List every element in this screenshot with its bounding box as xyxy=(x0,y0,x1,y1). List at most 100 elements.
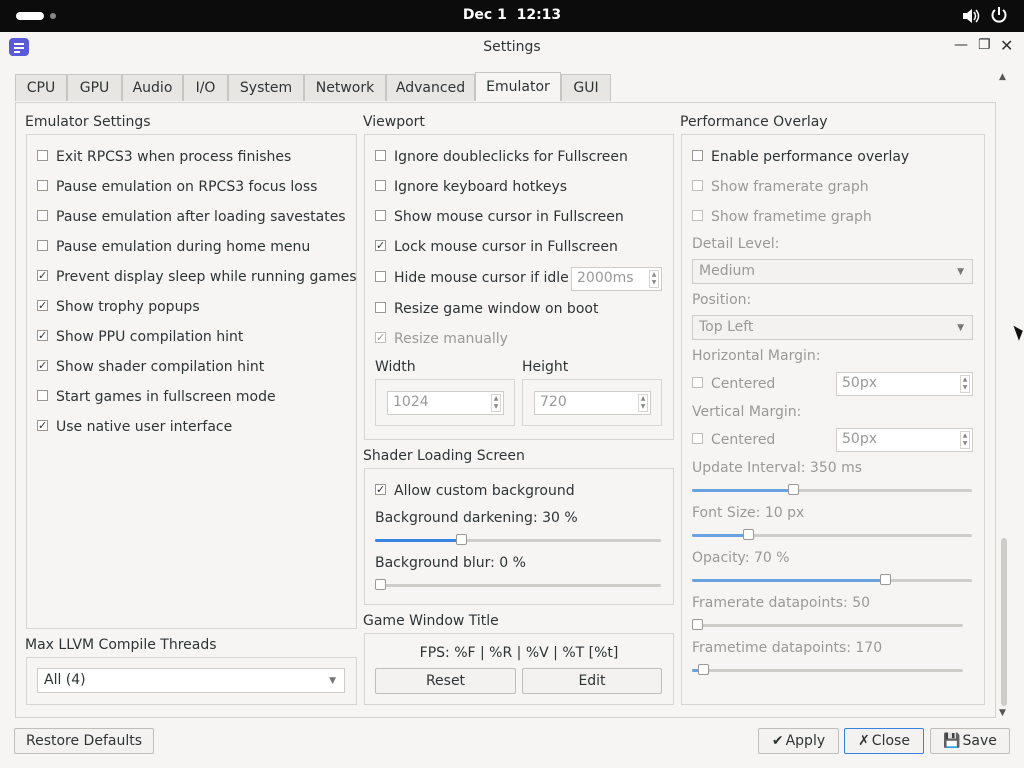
idle-timeout-value: 2000ms xyxy=(577,270,634,286)
minimize-icon[interactable]: — xyxy=(954,37,968,53)
scroll-thumb[interactable] xyxy=(1001,538,1007,706)
checkbox-box[interactable]: ✓ xyxy=(37,360,48,371)
checkbox-box[interactable] xyxy=(692,210,703,221)
tab-io[interactable]: I/O xyxy=(183,74,228,101)
detail-level-select[interactable]: Medium ▼ xyxy=(692,259,973,284)
checkbox-label: Hide mouse cursor if idle xyxy=(394,270,569,286)
clock[interactable]: Dec 1 12:13 xyxy=(0,7,1024,23)
llvm-threads-select[interactable]: All (4) ▼ xyxy=(37,668,345,693)
checkbox-box[interactable]: ✓ xyxy=(375,484,386,495)
vertical-margin-value: 50px xyxy=(842,431,877,447)
power-icon[interactable] xyxy=(990,6,1008,24)
slider-handle[interactable] xyxy=(698,664,709,675)
slider-handle[interactable] xyxy=(788,484,799,495)
height-spinbox[interactable]: 720 ▲ ▼ xyxy=(534,391,651,415)
tab-gpu[interactable]: GPU xyxy=(67,74,122,101)
vertical-margin-spinbox[interactable]: 50px ▲ ▼ xyxy=(836,428,973,452)
framerate-datapoints-label: Framerate datapoints: 50 xyxy=(692,595,871,611)
checkbox-box[interactable] xyxy=(692,377,703,388)
spin-arrows-icon[interactable]: ▲ ▼ xyxy=(960,431,970,449)
checkbox-label: Lock mouse cursor in Fullscreen xyxy=(394,239,618,255)
save-label: Save xyxy=(962,733,997,749)
idle-timeout-spinbox[interactable]: 2000ms ▲ ▼ xyxy=(571,267,662,291)
checkbox-box[interactable]: ✓ xyxy=(37,270,48,281)
checkbox-box[interactable] xyxy=(692,433,703,444)
checkbox-label: Show frametime graph xyxy=(711,209,872,225)
apply-button[interactable]: ✔ Apply xyxy=(758,728,839,754)
llvm-threads-value: All (4) xyxy=(44,672,86,688)
checkbox-box[interactable] xyxy=(375,271,386,282)
reset-button[interactable]: Reset xyxy=(375,668,516,694)
tab-advanced[interactable]: Advanced xyxy=(386,74,475,101)
close-window-icon[interactable]: ✕ xyxy=(1000,36,1013,55)
spin-arrows-icon[interactable]: ▲ ▼ xyxy=(960,375,970,393)
checkbox-box[interactable] xyxy=(375,210,386,221)
checkbox-box[interactable] xyxy=(692,180,703,191)
checkbox-label: Exit RPCS3 when process finishes xyxy=(56,149,292,165)
checkbox-label: Show shader compilation hint xyxy=(56,359,265,375)
checkbox-label: Show mouse cursor in Fullscreen xyxy=(394,209,624,225)
checkbox-box[interactable] xyxy=(37,180,48,191)
checkbox-label: Pause emulation after loading savestates xyxy=(56,209,346,225)
checkbox-box[interactable] xyxy=(37,210,48,221)
font-size-slider[interactable] xyxy=(692,528,972,542)
width-spinbox[interactable]: 1024 ▲ ▼ xyxy=(387,391,504,415)
vertical-scrollbar[interactable]: ▲ ▼ xyxy=(997,72,1011,722)
slider-handle[interactable] xyxy=(692,619,703,630)
checkmark-icon: ✔ xyxy=(771,733,784,749)
tab-emulator[interactable]: Emulator xyxy=(475,72,561,101)
spin-arrows-icon[interactable]: ▲ ▼ xyxy=(649,270,659,288)
horizontal-margin-spinbox[interactable]: 50px ▲ ▼ xyxy=(836,372,973,396)
spin-arrows-icon[interactable]: ▲ ▼ xyxy=(638,394,648,412)
edit-button[interactable]: Edit xyxy=(522,668,662,694)
detail-level-label: Detail Level: xyxy=(692,236,780,252)
checkbox-box[interactable]: ✓ xyxy=(37,300,48,311)
position-select[interactable]: Top Left ▼ xyxy=(692,315,973,340)
volume-icon[interactable] xyxy=(962,8,980,24)
opacity-label: Opacity: 70 % xyxy=(692,550,790,566)
checkbox-box[interactable]: ✓ xyxy=(37,420,48,431)
performance-overlay-title: Performance Overlay xyxy=(680,114,828,130)
tab-network[interactable]: Network xyxy=(304,74,386,101)
checkbox-box[interactable] xyxy=(375,150,386,161)
checkbox-label: Show trophy popups xyxy=(56,299,200,315)
tab-gui[interactable]: GUI xyxy=(561,74,611,101)
tab-system[interactable]: System xyxy=(228,74,304,101)
vertical-margin-label: Vertical Margin: xyxy=(692,404,802,420)
update-interval-slider[interactable] xyxy=(692,483,972,497)
checkbox-box[interactable] xyxy=(37,390,48,401)
close-label: Close xyxy=(871,733,910,749)
framerate-datapoints-slider[interactable] xyxy=(692,618,963,632)
tab-audio[interactable]: Audio xyxy=(122,74,183,101)
checkbox-label: Use native user interface xyxy=(56,419,233,435)
checkbox-box[interactable]: ✓ xyxy=(37,330,48,341)
maximize-icon[interactable]: ❐ xyxy=(978,37,991,53)
opacity-slider[interactable] xyxy=(692,573,972,587)
close-button[interactable]: ✗ Close xyxy=(844,728,924,754)
spin-arrows-icon[interactable]: ▲ ▼ xyxy=(491,394,501,412)
slider-handle[interactable] xyxy=(375,579,386,590)
background-darkening-slider[interactable] xyxy=(375,533,661,547)
slider-handle[interactable] xyxy=(456,534,467,545)
checkbox-box[interactable]: ✓ xyxy=(375,240,386,251)
background-blur-slider[interactable] xyxy=(375,578,661,592)
frametime-datapoints-label: Frametime datapoints: 170 xyxy=(692,640,883,656)
background-blur-label: Background blur: 0 % xyxy=(375,555,526,571)
chevron-down-icon: ▼ xyxy=(329,676,336,686)
checkbox-label: Start games in fullscreen mode xyxy=(56,389,276,405)
checkbox-box[interactable] xyxy=(375,180,386,191)
scroll-down-icon[interactable]: ▼ xyxy=(999,708,1006,718)
restore-defaults-button[interactable]: Restore Defaults xyxy=(14,728,154,754)
checkbox-box[interactable] xyxy=(375,302,386,313)
scroll-up-icon[interactable]: ▲ xyxy=(999,72,1006,82)
tab-cpu[interactable]: CPU xyxy=(15,74,67,101)
checkbox-box[interactable] xyxy=(37,150,48,161)
slider-handle[interactable] xyxy=(880,574,891,585)
checkbox-box[interactable] xyxy=(37,240,48,251)
checkbox-box[interactable]: ✓ xyxy=(375,332,386,343)
system-top-bar: Dec 1 12:13 xyxy=(0,0,1024,32)
checkbox-box[interactable] xyxy=(692,150,703,161)
slider-handle[interactable] xyxy=(743,529,754,540)
frametime-datapoints-slider[interactable] xyxy=(692,663,963,677)
save-button[interactable]: 💾 Save xyxy=(930,728,1010,754)
